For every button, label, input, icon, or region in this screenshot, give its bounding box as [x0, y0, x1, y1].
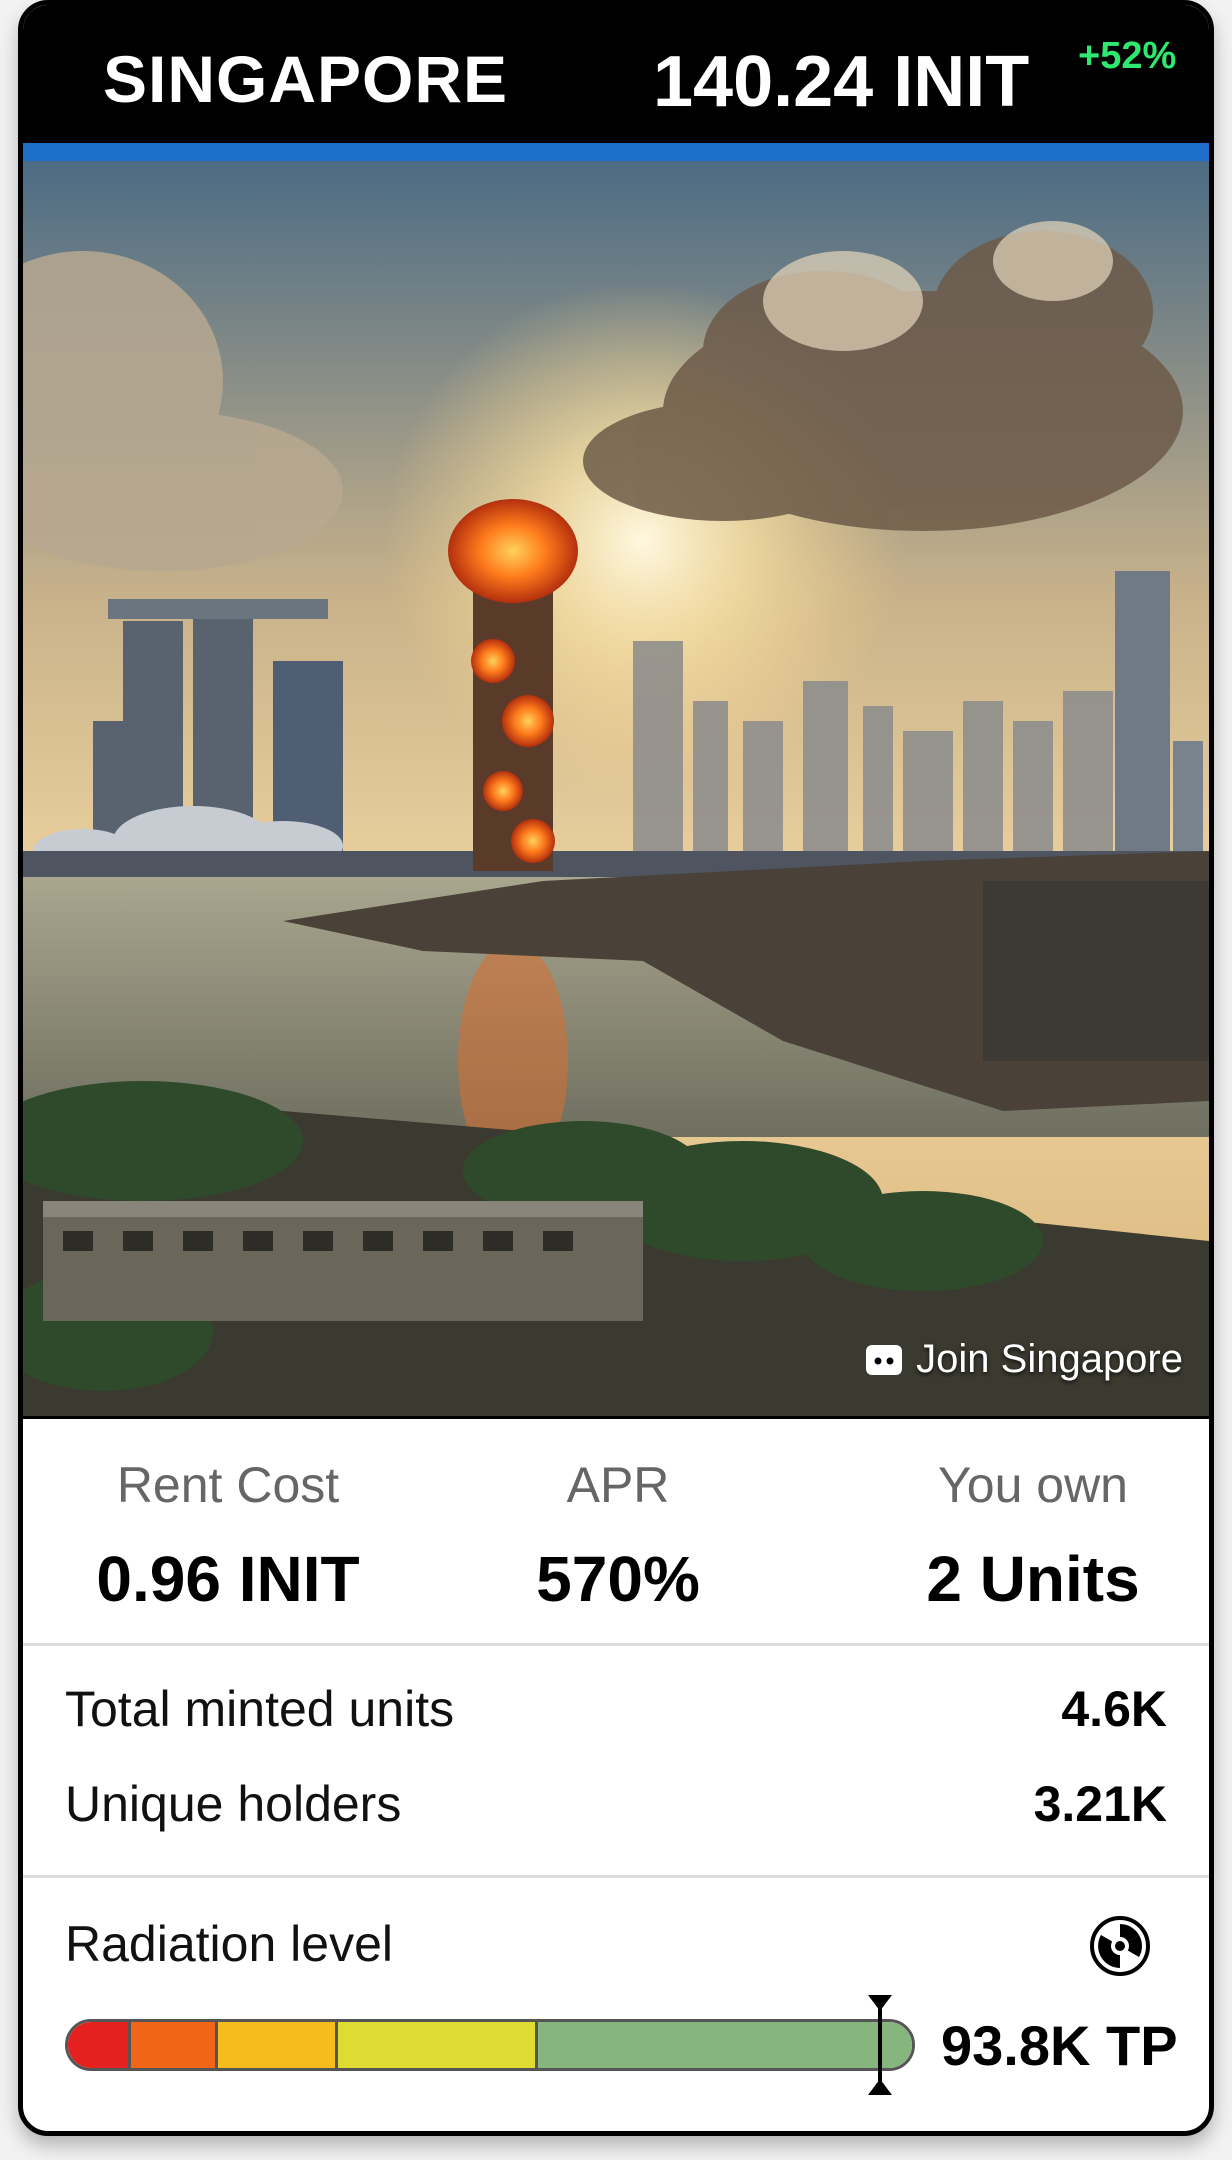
- join-discord-link[interactable]: Join Singapore: [866, 1337, 1183, 1382]
- detail-row-minted: Total minted units 4.6K: [65, 1680, 1167, 1738]
- join-label: Join Singapore: [916, 1337, 1183, 1381]
- stat-label: APR: [566, 1457, 670, 1513]
- accent-bar: [23, 143, 1209, 161]
- radiation-marker-icon: [868, 1995, 892, 2095]
- radiation-icon: [1090, 1916, 1150, 1976]
- stat-value: 2 Units: [926, 1543, 1140, 1615]
- hero-image: [23, 161, 1209, 1419]
- discord-icon: [866, 1344, 903, 1375]
- stat-value: 570%: [536, 1543, 700, 1615]
- detail-label: Unique holders: [65, 1776, 402, 1832]
- segment-red: [68, 2022, 131, 2068]
- city-price: 140.24 INIT: [653, 42, 1030, 122]
- segment-orange: [131, 2022, 218, 2068]
- detail-value: 4.6K: [1061, 1681, 1167, 1737]
- divider: [23, 1875, 1209, 1878]
- radiation-label: Radiation level: [65, 1916, 393, 1972]
- stats-row: Rent Cost 0.96 INIT APR 570% You own 2 U…: [23, 1430, 1209, 1650]
- stat-label: You own: [938, 1457, 1128, 1513]
- stat-value: 0.96 INIT: [96, 1543, 360, 1615]
- price-change: +52%: [1078, 35, 1177, 77]
- detail-label: Total minted units: [65, 1681, 455, 1737]
- detail-row-holders: Unique holders 3.21K: [65, 1775, 1167, 1833]
- radiation-value: 93.8K TP: [941, 2014, 1178, 2077]
- stat-apr: APR 570%: [468, 1456, 768, 1616]
- stat-label: Rent Cost: [116, 1457, 340, 1513]
- city-card: SINGAPORE 140.24 INIT +52% Join Singapor…: [18, 0, 1214, 2136]
- divider: [23, 1643, 1209, 1646]
- detail-value: 3.21K: [1033, 1776, 1167, 1832]
- card-header: SINGAPORE 140.24 INIT +52%: [23, 5, 1209, 143]
- radiation-level-bar: [65, 2019, 915, 2071]
- segment-yellow: [338, 2022, 538, 2068]
- segment-amber: [218, 2022, 338, 2068]
- stat-you-own: You own 2 Units: [883, 1456, 1183, 1616]
- segment-green: [538, 2022, 912, 2068]
- stat-rent-cost: Rent Cost 0.96 INIT: [73, 1456, 383, 1616]
- city-name: SINGAPORE: [103, 42, 509, 116]
- hero-illustration: [23, 161, 1209, 1416]
